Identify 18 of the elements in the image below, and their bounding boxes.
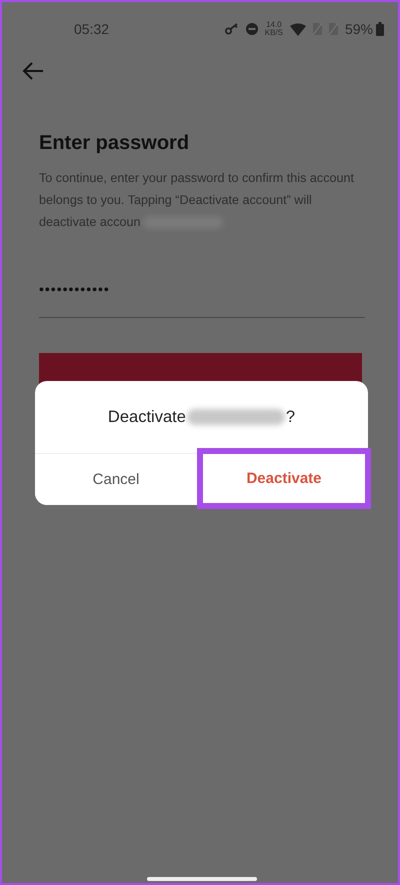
- dialog-title: Deactivate: [108, 408, 186, 426]
- do-not-disturb-icon: [246, 23, 258, 35]
- back-arrow-icon: [22, 62, 44, 80]
- page-title: Enter password: [39, 132, 190, 155]
- sim-icon: [312, 23, 322, 35]
- description-text: To continue, enter your password to confirm this account belongs to you. Tapping “Deactivate account” will deactivate accoun: [39, 170, 356, 232]
- net-speed-value: 14.0: [266, 21, 282, 29]
- back-button[interactable]: [22, 62, 44, 80]
- deactivate-button[interactable]: Deactivate: [197, 448, 371, 509]
- battery-icon: [376, 22, 384, 36]
- dialog-title-mark: ?: [286, 408, 296, 426]
- password-field[interactable]: ••••••••••••: [39, 281, 365, 318]
- battery-percent: 59%: [344, 21, 373, 37]
- sim-icon: [328, 23, 338, 35]
- net-speed-unit: KB/S: [264, 29, 283, 37]
- wifi-icon: [290, 22, 306, 36]
- key-icon: [224, 23, 239, 35]
- status-time: 05:32: [74, 21, 110, 37]
